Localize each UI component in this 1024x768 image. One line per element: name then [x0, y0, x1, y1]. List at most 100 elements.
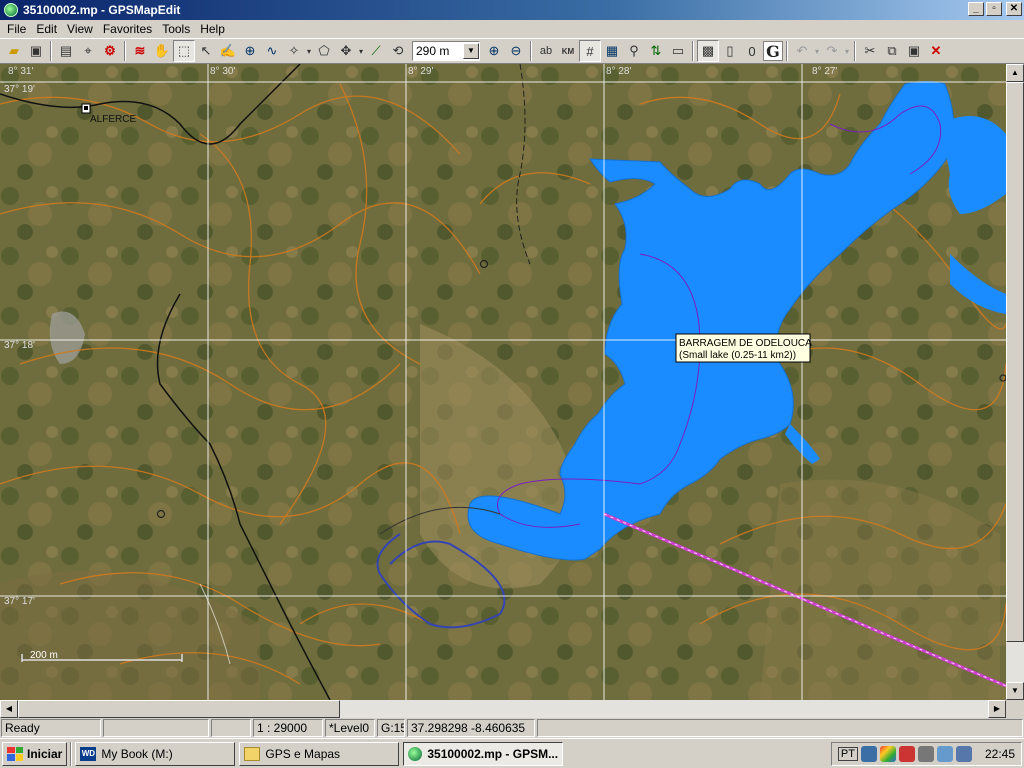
taskbar-item-gps-folder[interactable]: GPS e Mapas [239, 741, 400, 766]
scale-combobox[interactable]: 290 m ▼ [412, 41, 480, 61]
monitor-icon[interactable] [936, 746, 953, 762]
create-point-icon[interactable]: ⊕ [239, 40, 261, 62]
menu-help[interactable]: Help [195, 22, 230, 36]
waypoint-icon[interactable]: ⚲ [623, 40, 645, 62]
combo-arrow-icon[interactable]: ▼ [463, 43, 479, 59]
raster-icon[interactable]: ▩ [697, 40, 719, 62]
scroll-corner [1006, 700, 1024, 718]
taskbar-item-mybook[interactable]: WD My Book (M:) [75, 741, 236, 766]
title-bar: 35100002.mp - GPSMapEdit _ ▫ ✕ [0, 0, 1024, 20]
minimize-button[interactable]: _ [968, 2, 984, 16]
paste-icon[interactable]: ▣ [903, 40, 925, 62]
status-ready: Ready [1, 719, 101, 737]
page-icon[interactable]: ▯ [719, 40, 741, 62]
transform-icon[interactable]: ⚙ [99, 40, 121, 62]
menu-edit[interactable]: Edit [31, 22, 62, 36]
start-button[interactable]: Iniciar [2, 741, 68, 766]
connection-icon[interactable] [917, 746, 934, 762]
rotate-icon[interactable]: ⟲ [387, 40, 409, 62]
edit-node-icon[interactable]: ✍ [217, 40, 239, 62]
horizontal-scroll-thumb[interactable] [18, 700, 340, 718]
grid-label-left-0: 37° 19' [4, 84, 35, 95]
grid-label-top-2: 8° 29' [408, 66, 433, 77]
vertical-scroll-thumb[interactable] [1006, 82, 1024, 642]
status-empty-3 [537, 719, 1023, 737]
taskbar-item-gpsmapedit[interactable]: 35100002.mp - GPSM... [403, 741, 564, 766]
scroll-down-icon[interactable]: ▼ [1006, 682, 1024, 700]
route-icon[interactable]: ⇅ [645, 40, 667, 62]
antivirus-icon[interactable] [898, 746, 915, 762]
system-tray: PT 22:45 [830, 742, 1022, 766]
dropdown-arrow-icon[interactable]: ▾ [813, 40, 821, 62]
status-scale: 1 : 29000 [253, 719, 323, 737]
grid-icon[interactable]: # [579, 40, 601, 62]
taskbar-item-label: 35100002.mp - GPSM... [427, 746, 559, 761]
cut-icon[interactable]: ✂ [859, 40, 881, 62]
map-view[interactable]: 8° 31' 8° 30' 8° 29' 8° 28' 8° 27' 37° 1… [0, 64, 1006, 700]
status-empty-2 [211, 719, 251, 737]
grid-label-top-0: 8° 31' [8, 66, 33, 77]
scale-bar-label: 200 m [30, 650, 58, 661]
status-coordinates: 37.298298 -8.460635 [407, 719, 535, 737]
dropdown-arrow-icon[interactable]: ▾ [843, 40, 851, 62]
undo-icon[interactable]: ↶ [791, 40, 813, 62]
scale-value: 290 m [416, 44, 450, 58]
redo-icon[interactable]: ↷ [821, 40, 843, 62]
move-icon[interactable]: ✥ [335, 40, 357, 62]
map-layer-icon[interactable]: ▦ [601, 40, 623, 62]
create-polyline-icon[interactable]: ∿ [261, 40, 283, 62]
maximize-button[interactable]: ▫ [986, 2, 1002, 16]
track-icon[interactable]: ≋ [129, 40, 151, 62]
copy-icon[interactable]: ⧉ [881, 40, 903, 62]
dropdown-arrow-icon[interactable]: ▾ [305, 40, 313, 62]
properties-icon[interactable]: ▤ [55, 40, 77, 62]
horizontal-scrollbar[interactable]: ◀ ▶ [0, 700, 1006, 718]
menu-file[interactable]: File [2, 22, 31, 36]
window-title: 35100002.mp - GPSMapEdit [23, 3, 181, 17]
scroll-left-icon[interactable]: ◀ [0, 700, 18, 718]
zoom-in-icon[interactable]: ⊕ [483, 40, 505, 62]
save-icon[interactable]: ▣ [25, 40, 47, 62]
windows-logo-icon [7, 746, 23, 761]
vertical-scrollbar[interactable]: ▲ ▼ [1006, 64, 1024, 700]
select-arrow-icon[interactable]: ↖ [195, 40, 217, 62]
menu-view[interactable]: View [62, 22, 98, 36]
language-indicator[interactable]: PT [837, 747, 858, 761]
create-polygon-icon[interactable]: ⬠ [313, 40, 335, 62]
open-file-icon[interactable]: ▰ [3, 40, 25, 62]
grid-label-left-2: 37° 17' [4, 596, 35, 607]
scroll-up-icon[interactable]: ▲ [1006, 64, 1024, 82]
delete-icon[interactable]: ✕ [925, 40, 947, 62]
display-icon[interactable] [955, 746, 972, 762]
lake-tooltip: BARRAGEM DE ODELOUCA (Small lake (0.25-1… [675, 333, 812, 363]
color-icon[interactable] [879, 746, 896, 762]
attach-icon[interactable]: 0 [741, 40, 763, 62]
taskbar-item-label: My Book (M:) [101, 746, 173, 761]
status-level: *Level0 [325, 719, 375, 737]
labels-icon[interactable]: ab [535, 40, 557, 62]
toolbar: ▰ ▣ ▤ ⌖ ⚙ ≋ ✋ ⬚ ↖ ✍ ⊕ ∿ ✧ ▾ ⬠ ✥ ▾ ⟋ ⟲ 29… [0, 38, 1024, 64]
zoom-out-icon[interactable]: ⊖ [505, 40, 527, 62]
taskbar: Iniciar WD My Book (M:) GPS e Mapas 3510… [0, 738, 1024, 768]
hand-pan-icon[interactable]: ✋ [151, 40, 173, 62]
grid-label-top-1: 8° 30' [210, 66, 235, 77]
clock: 22:45 [984, 747, 1015, 761]
status-bar: Ready 1 : 29000 *Level0 G:15 37.298298 -… [0, 718, 1024, 738]
scroll-right-icon[interactable]: ▶ [988, 700, 1006, 718]
google-icon[interactable]: G [763, 41, 783, 61]
close-button[interactable]: ✕ [1006, 2, 1022, 16]
gps-import-icon[interactable]: ⌖ [77, 40, 99, 62]
magic-wand-icon[interactable]: ✧ [283, 40, 305, 62]
menu-tools[interactable]: Tools [157, 22, 195, 36]
zoom-select-icon[interactable]: ⬚ [173, 40, 195, 62]
grid-label-top-4: 8° 27' [812, 66, 837, 77]
menu-favorites[interactable]: Favorites [98, 22, 157, 36]
network-icon[interactable] [860, 746, 877, 762]
map-canvas[interactable]: 8° 31' 8° 30' 8° 29' 8° 28' 8° 27' 37° 1… [0, 64, 1006, 700]
ruler-icon[interactable]: ⟋ [365, 40, 387, 62]
window-controls: _ ▫ ✕ [968, 2, 1022, 16]
place-label: ALFERCE [90, 114, 136, 125]
window-icon[interactable]: ▭ [667, 40, 689, 62]
dropdown-arrow-icon[interactable]: ▾ [357, 40, 365, 62]
kml-icon[interactable]: KM [557, 40, 579, 62]
